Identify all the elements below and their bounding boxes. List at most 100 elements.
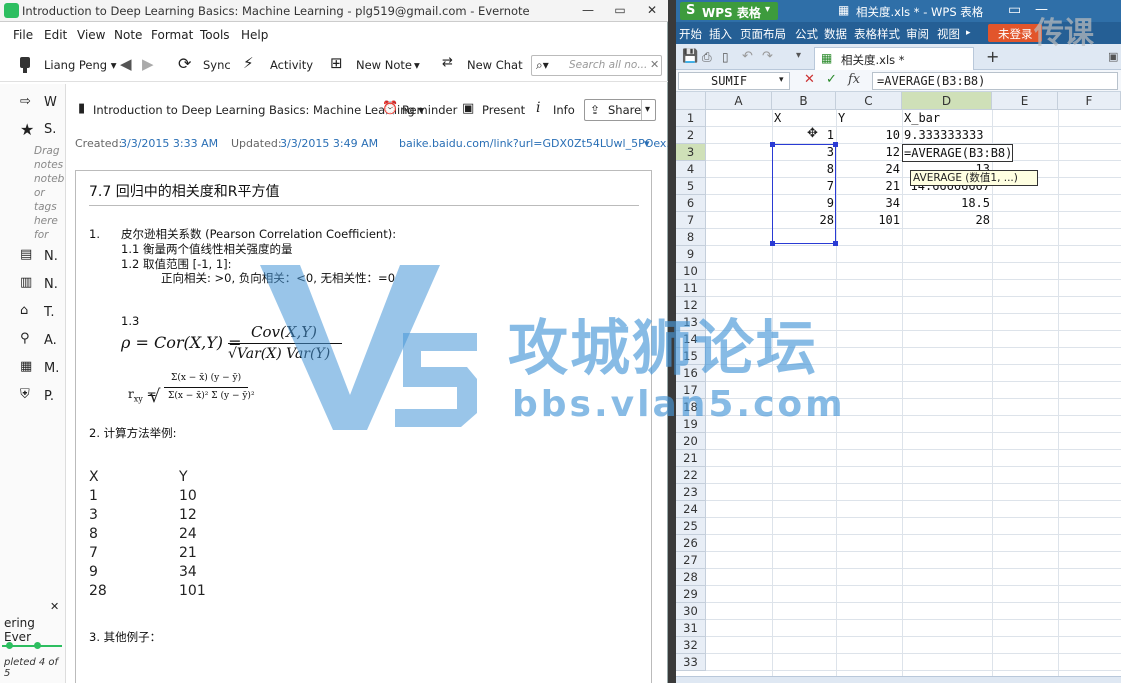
panel-toggle-icon[interactable]: ▣ xyxy=(1108,50,1118,63)
undo-icon[interactable]: ↶ xyxy=(742,49,753,64)
back-arrow-icon[interactable]: ◀ xyxy=(120,55,132,73)
notebook-selector[interactable]: Introduction to Deep Learning Basics: Ma… xyxy=(93,103,424,117)
ribbon-tab-insert[interactable]: 插入 xyxy=(709,26,732,42)
column-header-e[interactable]: E xyxy=(992,92,1058,110)
menu-help[interactable]: Help xyxy=(241,28,268,42)
new-chat-button[interactable]: New Chat xyxy=(467,58,523,72)
row-header-20[interactable]: 20 xyxy=(676,433,706,450)
ribbon-more-icon[interactable]: ▸ xyxy=(966,28,971,38)
cell-b1[interactable]: X xyxy=(774,110,781,127)
premium-icon[interactable]: ⛨ xyxy=(20,387,30,402)
share-button[interactable]: ⇪ Share ▾ xyxy=(584,99,656,121)
formula-input[interactable]: =AVERAGE(B3:B8) xyxy=(872,72,1118,90)
cell-d2[interactable]: 9.333333333 xyxy=(904,127,983,144)
cell-b2[interactable]: 1 xyxy=(772,127,834,144)
row-header-4[interactable]: 4 xyxy=(676,161,706,178)
row-header-22[interactable]: 22 xyxy=(676,467,706,484)
menu-view[interactable]: View xyxy=(77,28,105,42)
row-header-27[interactable]: 27 xyxy=(676,552,706,569)
source-url-dropdown-icon[interactable]: ▾ xyxy=(644,137,650,150)
new-note-dropdown-icon[interactable]: ▾ xyxy=(414,58,420,72)
ribbon-tab-layout[interactable]: 页面布局 xyxy=(740,26,786,42)
cell-d3-editing[interactable]: =AVERAGE(B3:B8) xyxy=(902,144,1014,162)
cell-d7[interactable]: 28 xyxy=(902,212,990,229)
row-header-24[interactable]: 24 xyxy=(676,501,706,518)
column-header-f[interactable]: F xyxy=(1058,92,1121,110)
name-box[interactable]: SUMIF ▾ xyxy=(678,72,790,90)
sync-button[interactable]: Sync xyxy=(203,58,231,72)
info-button[interactable]: Info xyxy=(553,103,575,117)
maximize-icon[interactable]: ▭ xyxy=(606,0,634,20)
row-header-9[interactable]: 9 xyxy=(676,246,706,263)
row-header-32[interactable]: 32 xyxy=(676,637,706,654)
row-header-29[interactable]: 29 xyxy=(676,586,706,603)
search-clear-icon[interactable]: ✕ xyxy=(650,58,659,71)
atlas-pin-icon[interactable]: ⚲ xyxy=(20,331,30,346)
accept-formula-icon[interactable]: ✓ xyxy=(826,72,837,87)
menu-file[interactable]: File xyxy=(13,28,33,42)
row-header-8[interactable]: 8 xyxy=(676,229,706,246)
forward-arrow-icon[interactable]: ▶ xyxy=(142,55,154,73)
notes-icon[interactable]: ▤ xyxy=(20,247,32,262)
search-input[interactable]: ⌕▾ Search all no... ✕ xyxy=(531,55,662,76)
share-dropdown-icon[interactable]: ▾ xyxy=(641,100,650,120)
cell-c4[interactable]: 24 xyxy=(836,161,900,178)
close-panel-icon[interactable]: ✕ xyxy=(50,600,59,613)
save-icon[interactable]: 💾 xyxy=(682,49,698,64)
cell-c1[interactable]: Y xyxy=(838,110,845,127)
new-tab-icon[interactable]: + xyxy=(986,47,999,66)
row-header-1[interactable]: 1 xyxy=(676,110,706,127)
column-header-c[interactable]: C xyxy=(836,92,902,110)
close-icon[interactable]: ✕ xyxy=(638,0,666,20)
preview-icon[interactable]: ▯ xyxy=(722,50,729,64)
doc-tab[interactable]: ▦ 相关度.xls * xyxy=(814,47,974,70)
source-url[interactable]: baike.baidu.com/link?url=GDX0Zt54LUwl_5P… xyxy=(399,137,677,150)
sidebar-item-notebooks[interactable]: N. xyxy=(44,277,58,292)
updated-date[interactable]: 3/3/2015 3:49 AM xyxy=(280,137,378,150)
ribbon-tab-data[interactable]: 数据 xyxy=(824,26,847,42)
insert-function-icon[interactable]: fx xyxy=(848,72,860,87)
tags-icon[interactable]: ⌂ xyxy=(20,303,28,318)
row-header-10[interactable]: 10 xyxy=(676,263,706,280)
cell-c5[interactable]: 21 xyxy=(836,178,900,195)
cell-c7[interactable]: 101 xyxy=(836,212,900,229)
cancel-formula-icon[interactable]: ✕ xyxy=(804,72,815,87)
market-icon[interactable]: ▦ xyxy=(20,359,32,374)
sidebar-item-w[interactable]: W xyxy=(44,95,57,110)
created-date[interactable]: 3/3/2015 3:33 AM xyxy=(120,137,218,150)
row-header-6[interactable]: 6 xyxy=(676,195,706,212)
row-header-33[interactable]: 33 xyxy=(676,654,706,671)
column-header-d[interactable]: D xyxy=(902,92,992,110)
present-button[interactable]: Present xyxy=(482,103,525,117)
activity-button[interactable]: Activity xyxy=(270,58,313,72)
menu-tools[interactable]: Tools xyxy=(200,28,230,42)
sidebar-item-shortcuts[interactable]: S. xyxy=(44,122,56,137)
row-header-7[interactable]: 7 xyxy=(676,212,706,229)
ribbon-tab-review[interactable]: 审阅 xyxy=(906,26,929,42)
select-all-corner[interactable] xyxy=(676,92,706,110)
column-header-b[interactable]: B xyxy=(772,92,836,110)
menu-note[interactable]: Note xyxy=(114,28,142,42)
notebooks-icon[interactable]: ▥ xyxy=(20,275,32,290)
sidebar-item-notes[interactable]: N. xyxy=(44,249,58,264)
row-header-25[interactable]: 25 xyxy=(676,518,706,535)
row-header-2[interactable]: 2 xyxy=(676,127,706,144)
column-header-a[interactable]: A xyxy=(706,92,772,110)
new-note-button[interactable]: New Note xyxy=(356,58,412,72)
ribbon-tab-view[interactable]: 视图 xyxy=(937,26,960,42)
cell-c2[interactable]: 10 xyxy=(836,127,900,144)
cell-c6[interactable]: 34 xyxy=(836,195,900,212)
user-menu[interactable]: Liang Peng ▾ xyxy=(44,58,117,72)
reminder-button[interactable]: Reminder xyxy=(402,103,457,117)
shortcuts-star-icon[interactable]: ★ xyxy=(20,120,34,139)
wps-minimize-icon[interactable]: ▭ xyxy=(1008,2,1021,18)
row-header-28[interactable]: 28 xyxy=(676,569,706,586)
cell-d1[interactable]: X_bar xyxy=(904,110,940,127)
ribbon-tab-formula[interactable]: 公式 xyxy=(795,26,818,42)
sheet-tab-bar[interactable] xyxy=(676,676,1121,683)
menu-format[interactable]: Format xyxy=(151,28,193,42)
sidebar-item-atlas[interactable]: A. xyxy=(44,333,57,348)
minimize-icon[interactable]: — xyxy=(574,0,602,20)
row-header-23[interactable]: 23 xyxy=(676,484,706,501)
redo-icon[interactable]: ↷ xyxy=(762,49,773,64)
